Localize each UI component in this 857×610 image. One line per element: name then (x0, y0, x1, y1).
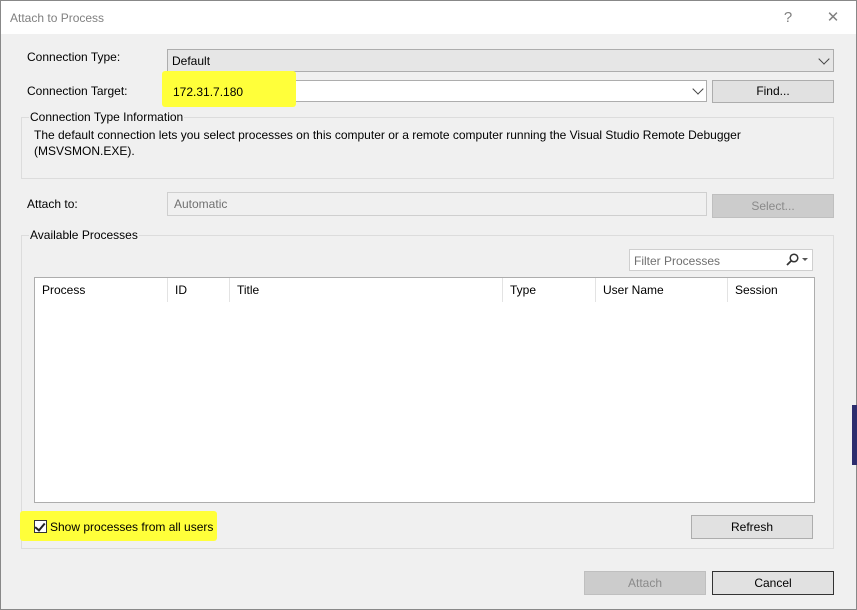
attach-to-field: Automatic (167, 192, 707, 216)
connection-type-value: Default (172, 54, 211, 68)
column-header-title[interactable]: Title (230, 278, 503, 302)
attach-button[interactable]: Attach (584, 571, 706, 595)
column-header-user-name[interactable]: User Name (596, 278, 728, 302)
column-header-session[interactable]: Session (728, 278, 814, 302)
connection-target-value: 172.31.7.180 (173, 85, 244, 99)
show-all-users-checkbox[interactable] (34, 520, 47, 533)
chevron-down-icon (692, 83, 704, 95)
available-processes-title: Available Processes (29, 228, 139, 242)
refresh-button[interactable]: Refresh (691, 515, 813, 539)
window-title: Attach to Process (10, 11, 105, 25)
filter-placeholder: Filter Processes (634, 254, 721, 268)
connection-info-title: Connection Type Information (29, 110, 185, 124)
connection-type-label: Connection Type: (27, 50, 121, 64)
connection-target-label: Connection Target: (27, 84, 128, 98)
process-table[interactable]: Process ID Title Type User Name Session (34, 277, 815, 503)
background-window-edge (852, 405, 857, 465)
find-button[interactable]: Find... (712, 80, 834, 103)
column-header-type[interactable]: Type (503, 278, 596, 302)
attach-to-value: Automatic (174, 197, 228, 211)
title-bar: Attach to Process ? ✕ (1, 1, 856, 34)
connection-target-combo[interactable]: 172.31.7.180 (162, 71, 707, 107)
help-button[interactable]: ? (777, 7, 799, 29)
attach-to-process-dialog: Attach to Process ? ✕ Connection Type: D… (0, 0, 857, 610)
attach-to-label: Attach to: (27, 197, 78, 211)
column-header-process[interactable]: Process (35, 278, 168, 302)
select-button[interactable]: Select... (712, 194, 834, 218)
connection-type-combo[interactable]: Default (167, 49, 834, 72)
checkmark-icon (34, 520, 46, 532)
cancel-button[interactable]: Cancel (712, 571, 834, 595)
column-header-id[interactable]: ID (168, 278, 230, 302)
show-all-users-label[interactable]: Show processes from all users (50, 520, 213, 534)
filter-processes-input[interactable]: Filter Processes (629, 249, 813, 271)
chevron-down-icon (818, 53, 830, 65)
search-icon[interactable] (785, 253, 809, 267)
close-button[interactable]: ✕ (822, 7, 844, 29)
connection-info-text: The default connection lets you select p… (34, 128, 741, 158)
